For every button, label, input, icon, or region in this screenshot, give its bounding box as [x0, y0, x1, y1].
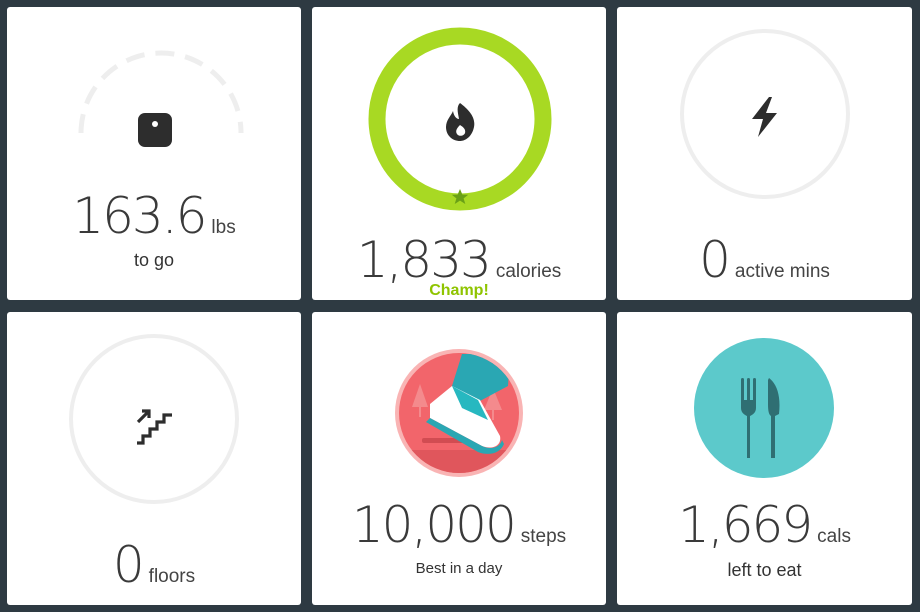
- steps-tile[interactable]: 10,000 steps Best in a day: [312, 312, 606, 605]
- food-value: 1,669: [678, 496, 813, 554]
- lightning-icon: [752, 97, 777, 137]
- active-minutes-stat: 0 active mins: [617, 231, 912, 289]
- floors-value: 0: [112, 536, 145, 594]
- floors-stat: 0 floors: [7, 536, 301, 594]
- floors-unit: floors: [148, 566, 196, 587]
- active-minutes-value: 0: [699, 231, 731, 289]
- steps-stat: 10,000 steps: [312, 496, 606, 554]
- champ-label: Champ!: [429, 282, 489, 299]
- weight-value: 163.6: [72, 187, 207, 245]
- floors-tile[interactable]: 0 floors: [7, 312, 301, 605]
- scale-icon: [138, 113, 172, 147]
- calories-stat: 1,833 calories: [312, 231, 606, 289]
- calories-value: 1,833: [356, 231, 492, 289]
- food-tile[interactable]: 1,669 cals left to eat: [617, 312, 912, 605]
- steps-value: 10,000: [351, 496, 517, 554]
- food-label: left to eat: [727, 560, 802, 580]
- steps-label: Best in a day: [415, 560, 503, 577]
- weight-tile[interactable]: 163.6 lbs to go: [7, 7, 301, 300]
- active-minutes-unit: active mins: [734, 261, 830, 282]
- weight-stat: 163.6 lbs: [7, 187, 301, 245]
- weight-label: to go: [133, 250, 175, 270]
- active-minutes-tile[interactable]: 0 active mins: [617, 7, 912, 300]
- calories-unit: calories: [495, 261, 562, 282]
- steps-unit: steps: [520, 526, 567, 547]
- weight-unit: lbs: [211, 217, 236, 238]
- calories-tile[interactable]: 1,833 calories Champ!: [312, 7, 606, 300]
- food-stat: 1,669 cals: [617, 496, 912, 554]
- dashboard-grid: 163.6 lbs to go 1,833 calories Champ! 0 act…: [0, 0, 920, 612]
- flame-icon: [446, 103, 475, 141]
- food-unit: cals: [817, 526, 851, 547]
- stairs-icon: [136, 409, 172, 445]
